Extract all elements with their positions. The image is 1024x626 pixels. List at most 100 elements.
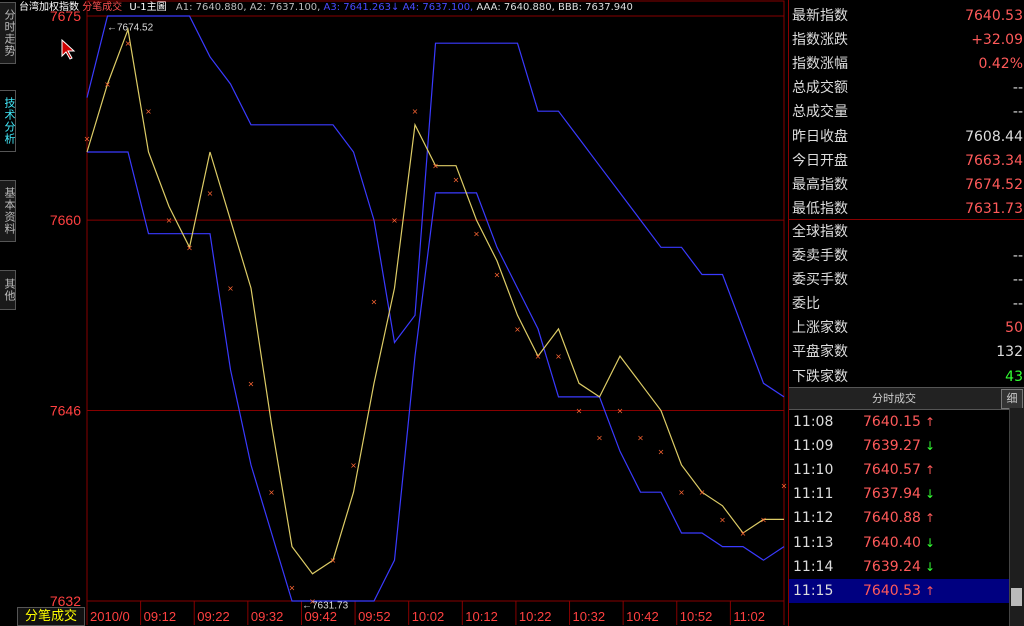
quote-label: 最新指数 [792, 8, 848, 24]
quote-row: 总成交量 -- [789, 100, 1024, 124]
quote-row: 指数涨跌 +32.09 [789, 28, 1024, 52]
tick-row[interactable]: 11:15 7640.53 ↑ [789, 578, 1011, 603]
tick-row[interactable]: 11:08 7640.15 ↑ [789, 410, 1011, 434]
quote-row: 委卖手数 -- [789, 244, 1024, 268]
quote-value: 50 [1005, 320, 1023, 337]
price-point: × [740, 529, 747, 538]
quote-value: -- [1012, 248, 1023, 264]
tick-price: 7640.53 [863, 582, 921, 599]
quote-value: -- [1012, 80, 1023, 97]
y-tick-label: 7660 [50, 212, 81, 228]
tick-list-header: 分时成交 细 [789, 387, 1024, 410]
tick-time: 11:10 [793, 462, 834, 479]
global-index-title[interactable]: 全球指数 [789, 220, 1024, 244]
price-point: × [104, 80, 111, 89]
x-tick-label: 10:12 [465, 609, 498, 624]
price-point: × [699, 488, 706, 497]
high-marker-label: ←7674.52 [107, 23, 154, 34]
scrollbar-thumb[interactable] [1011, 588, 1022, 606]
quote-panel: 最新指数 7640.53 指数涨跌 +32.09 指数涨幅 0.42% 总成交额 -- 总成交量… [788, 0, 1024, 626]
x-tick-label: 10:42 [626, 609, 659, 624]
arrow-down-icon: ↓ [925, 487, 936, 502]
tab-technical-analysis[interactable]: 技术分析 [0, 90, 16, 152]
quote-value: -- [1012, 104, 1023, 121]
quote-value: 7631.73 [965, 200, 1023, 217]
plot-frame [86, 0, 785, 602]
tick-time: 11:08 [793, 414, 834, 430]
price-chart[interactable]: 7675 7660 7646 7632 2010/0 09:12 09:22 09:32 09:… [17, 0, 788, 626]
arrow-down-icon: ↓ [925, 439, 936, 454]
tick-row[interactable]: 11:10 7640.57 ↑ [789, 458, 1011, 482]
quote-value: 7608.44 [965, 128, 1023, 145]
quote-label: 最高指数 [792, 176, 848, 193]
tick-row[interactable]: 11:09 7639.27 ↓ [789, 434, 1011, 458]
price-point: × [494, 270, 501, 279]
quote-label: 平盘家数 [792, 344, 848, 361]
quote-label: 最低指数 [792, 200, 848, 217]
indicator-bbb: BBB: 7637.940 [557, 2, 633, 13]
price-point: × [248, 379, 255, 388]
tick-trade-tab[interactable]: 分笔成交 [17, 607, 85, 626]
price-point: × [412, 107, 419, 116]
tick-time: 11:14 [793, 558, 834, 575]
price-point: × [658, 447, 665, 456]
quote-label: 委比 [792, 296, 820, 313]
left-tab-bar: 分时走势 技术分析 基本资料 其他 [0, 0, 17, 626]
indicator-a4: A4: 7637.100, [402, 2, 474, 13]
price-point: × [535, 352, 542, 361]
quote-row: 最低指数 7631.73 [789, 197, 1024, 221]
chart-mode[interactable]: 分笔成交 [82, 2, 122, 13]
price-point: × [637, 434, 644, 443]
tick-price: 7640.57 [863, 462, 921, 479]
tick-time: 11:15 [793, 582, 834, 599]
indicator-name[interactable]: U-1主圖 [129, 2, 166, 13]
quote-row: 平盘家数 132 [789, 340, 1024, 364]
tick-row[interactable]: 11:12 7640.88 ↑ [789, 506, 1011, 530]
x-tick-label: 09:52 [358, 609, 391, 624]
x-tick-label: 09:32 [251, 609, 284, 624]
series-line-lower [87, 151, 785, 602]
quote-row: 总成交额 -- [789, 76, 1024, 100]
indicator-a2: A2: 7637.100, [249, 2, 321, 13]
detail-button[interactable]: 细 [1001, 389, 1023, 409]
price-point: × [576, 407, 583, 416]
quote-value: 7674.52 [965, 176, 1023, 193]
tab-time-trend[interactable]: 分时走势 [0, 2, 16, 64]
indicator-a1: A1: 7640.880, [175, 2, 247, 13]
quote-label: 指数涨幅 [792, 56, 848, 73]
price-point: × [84, 134, 91, 143]
quote-value: +32.09 [971, 32, 1023, 49]
chart-canvas[interactable]: 76757660764676322010/0 09:12 09:22 09:32 09:… [17, 0, 788, 626]
tab-fundamentals[interactable]: 基本资料 [0, 180, 16, 242]
tick-time: 11:11 [793, 486, 834, 503]
price-point: × [719, 515, 726, 524]
tick-time: 11:12 [793, 510, 834, 527]
price-point: × [166, 216, 173, 225]
price-point: × [781, 481, 788, 490]
tick-row[interactable]: 11:14 7639.24 ↓ [789, 555, 1011, 579]
price-point: × [760, 515, 767, 524]
tab-other[interactable]: 其他 [0, 270, 16, 310]
price-point: × [596, 434, 603, 443]
quote-row: 委比 -- [789, 292, 1024, 316]
quote-label: 委买手数 [792, 272, 848, 289]
indicator-aaa: AAA: 7640.880, [476, 2, 555, 13]
x-tick-label: 09:22 [197, 609, 230, 624]
indicator-a3: A3: 7641.263↓ [323, 2, 400, 13]
index-name: 台湾加权指数 [19, 2, 79, 13]
tick-list-scrollbar[interactable] [1009, 408, 1024, 626]
quote-label: 总成交额 [792, 80, 848, 97]
low-marker-label: ←7631.73 [302, 601, 349, 612]
quote-value: 7640.53 [965, 8, 1023, 24]
arrow-down-icon: ↓ [925, 559, 936, 574]
quote-row: 最新指数 7640.53 [789, 4, 1024, 28]
arrow-up-icon: ↑ [925, 511, 936, 526]
quote-row: 指数涨幅 0.42% [789, 52, 1024, 76]
x-tick-label: 2010/0 [90, 609, 130, 624]
tick-row[interactable]: 11:11 7637.94 ↓ [789, 482, 1011, 506]
tick-row[interactable]: 11:13 7640.40 ↓ [789, 531, 1011, 555]
price-point: × [207, 189, 214, 198]
quote-label: 委卖手数 [792, 248, 848, 264]
tick-price: 7637.94 [863, 486, 921, 503]
tick-time: 11:13 [793, 534, 834, 551]
